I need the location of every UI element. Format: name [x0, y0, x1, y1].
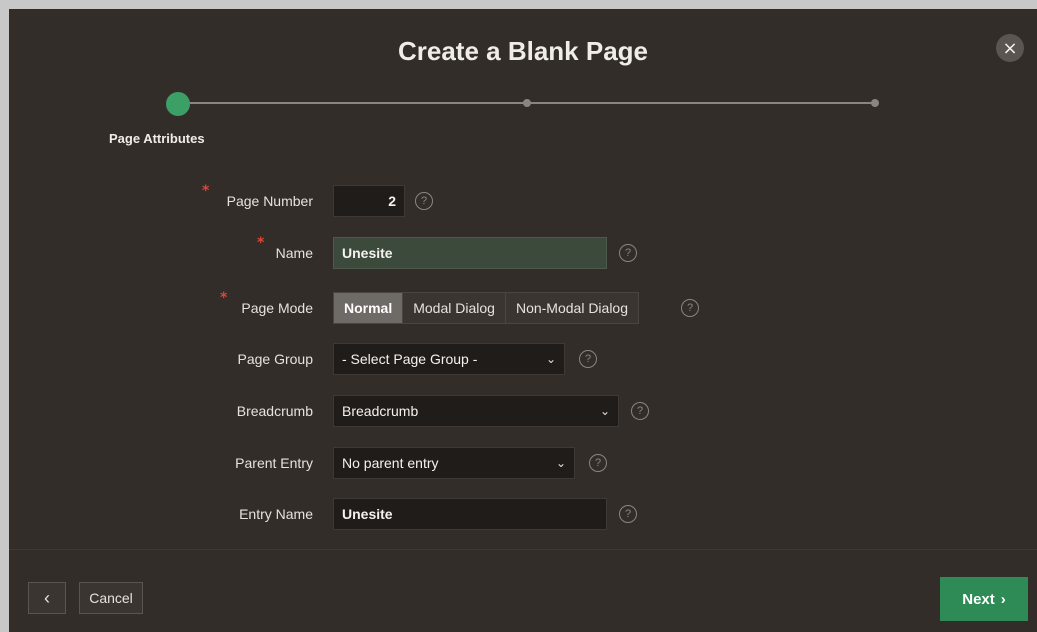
help-icon[interactable]: ? [579, 350, 597, 368]
chevron-down-icon: ⌄ [599, 404, 610, 418]
wizard-step-3 [871, 99, 879, 107]
help-icon[interactable]: ? [619, 244, 637, 262]
help-icon[interactable]: ? [619, 505, 637, 523]
breadcrumb-select[interactable]: Breadcrumb ⌄ [333, 395, 619, 427]
name-label: Name [275, 245, 313, 261]
create-page-dialog: Create a Blank Page × Page Attributes * … [9, 9, 1037, 632]
close-icon[interactable]: × [996, 34, 1024, 62]
wizard-step-label: Page Attributes [109, 131, 205, 146]
chevron-down-icon: ⌄ [555, 456, 566, 470]
name-input[interactable]: Unesite [333, 237, 607, 269]
chevron-left-icon: ‹ [44, 587, 50, 608]
wizard-step-2 [523, 99, 531, 107]
help-icon[interactable]: ? [681, 299, 699, 317]
page-number-input[interactable]: 2 [333, 185, 405, 217]
chevron-right-icon: › [1000, 590, 1006, 608]
entry-name-input[interactable]: Unesite [333, 498, 607, 530]
required-marker: * [220, 290, 228, 306]
footer-divider [9, 549, 1037, 550]
required-marker: * [257, 235, 265, 251]
page-mode-normal[interactable]: Normal [334, 293, 404, 323]
help-icon[interactable]: ? [415, 192, 433, 210]
help-icon[interactable]: ? [589, 454, 607, 472]
page-group-value: - Select Page Group - [342, 351, 478, 367]
breadcrumb-value: Breadcrumb [342, 403, 419, 419]
help-icon[interactable]: ? [631, 402, 649, 420]
chevron-down-icon: ⌄ [545, 352, 556, 366]
required-marker: * [202, 183, 210, 199]
parent-entry-value: No parent entry [342, 455, 439, 471]
page-group-select[interactable]: - Select Page Group - ⌄ [333, 343, 565, 375]
breadcrumb-label: Breadcrumb [236, 403, 313, 419]
next-button[interactable]: Next › [940, 577, 1028, 621]
cancel-button[interactable]: Cancel [79, 582, 143, 614]
parent-entry-select[interactable]: No parent entry ⌄ [333, 447, 575, 479]
dialog-title: Create a Blank Page [397, 36, 648, 66]
wizard-step-current [166, 92, 190, 116]
page-number-label: Page Number [226, 193, 313, 209]
next-button-label: Next [962, 590, 995, 608]
entry-name-label: Entry Name [239, 506, 313, 522]
page-mode-label: Page Mode [241, 300, 313, 316]
back-button[interactable]: ‹ [28, 582, 66, 614]
page-mode-radio-group: Normal Modal Dialog Non-Modal Dialog [333, 292, 640, 324]
page-mode-modal-dialog[interactable]: Modal Dialog [403, 293, 506, 323]
page-mode-non-modal-dialog[interactable]: Non-Modal Dialog [505, 293, 639, 323]
parent-entry-label: Parent Entry [235, 455, 313, 471]
page-group-label: Page Group [237, 351, 314, 367]
